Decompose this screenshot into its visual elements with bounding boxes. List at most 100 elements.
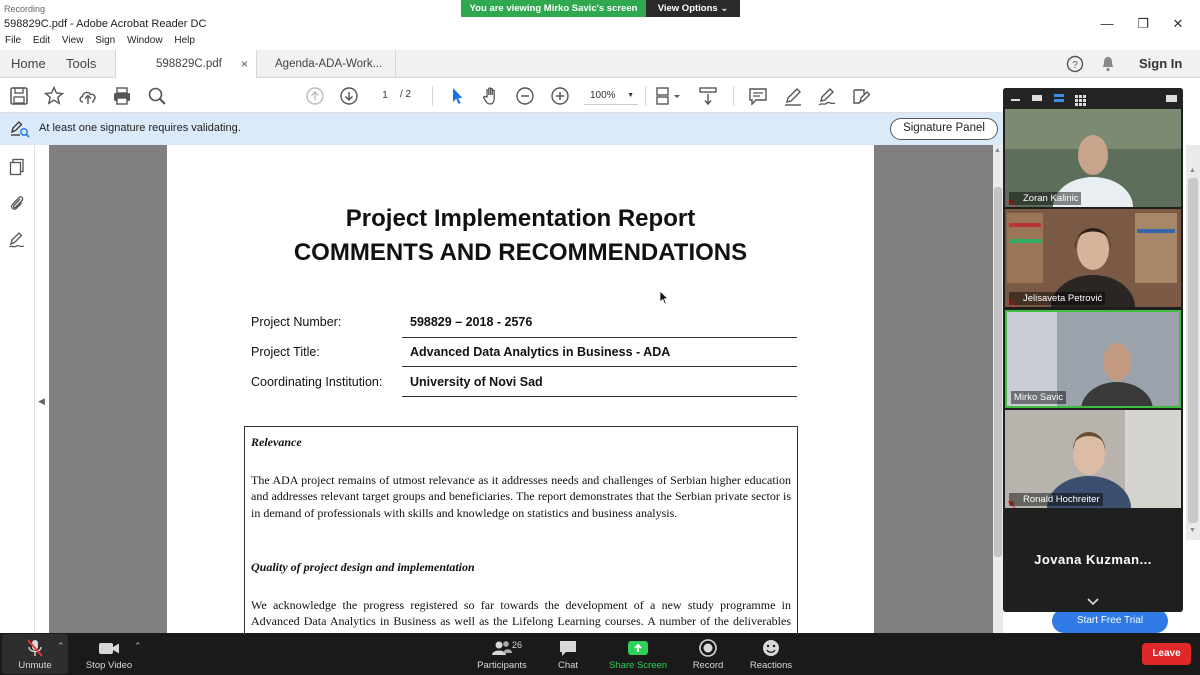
record-icon <box>699 639 717 657</box>
field-underline <box>402 396 797 397</box>
menu-file[interactable]: File <box>1 33 25 48</box>
print-icon[interactable] <box>111 85 133 107</box>
previous-page-icon[interactable] <box>304 85 326 107</box>
tab-document-active[interactable]: 598829C.pdf × <box>115 50 257 79</box>
signature-notification-bar: At least one signature requires validati… <box>0 113 1003 145</box>
tab-document-label: Agenda-ADA-Work... <box>275 58 383 70</box>
participants-label: Participants <box>477 660 527 671</box>
page-number-input[interactable]: 1 <box>372 86 398 106</box>
record-button[interactable]: Record <box>686 633 730 675</box>
view-options-button[interactable]: View Options ⌄ <box>646 0 740 17</box>
scrollbar-thumb[interactable] <box>1188 178 1198 523</box>
next-page-icon[interactable] <box>338 85 360 107</box>
highlight-pen-icon[interactable] <box>782 85 804 107</box>
window-title: 598829C.pdf - Adobe Acrobat Reader DC <box>4 18 207 30</box>
draw-sign-icon[interactable] <box>816 85 838 107</box>
screen-share-banner: You are viewing Mirko Savic's screen <box>461 0 646 17</box>
project-number-label: Project Number: <box>251 315 342 329</box>
restore-icon[interactable]: ❐ <box>1133 16 1153 32</box>
minimize-icon[interactable]: — <box>1097 16 1117 31</box>
tab-home[interactable]: Home <box>11 50 46 78</box>
tab-bar: Home Tools 598829C.pdf × Agenda-ADA-Work… <box>0 50 1200 79</box>
scroll-mode-icon[interactable] <box>697 85 719 107</box>
audio-only-participant-name[interactable]: Jovana Kuzman... <box>1003 552 1183 567</box>
save-icon[interactable] <box>8 85 30 107</box>
tab-tools[interactable]: Tools <box>66 50 96 78</box>
scroll-up-arrow-icon[interactable]: ▲ <box>1189 167 1196 174</box>
collapse-left-panel-icon[interactable]: ◀ <box>38 396 45 407</box>
attachments-paperclip-icon[interactable] <box>8 194 26 212</box>
notifications-bell-icon[interactable] <box>1099 55 1117 73</box>
muted-mic-icon <box>27 639 43 657</box>
help-icon[interactable]: ? <box>1066 55 1084 73</box>
fill-sign-icon[interactable] <box>850 85 872 107</box>
reactions-button[interactable]: Reactions <box>745 633 797 675</box>
menu-help[interactable]: Help <box>170 33 199 48</box>
scroll-up-arrow-icon[interactable]: ▲ <box>994 147 1001 154</box>
signature-panel-button[interactable]: Signature Panel <box>890 118 998 140</box>
viewport-left-margin <box>35 145 49 633</box>
chevron-down-icon: ⌄ <box>720 3 729 14</box>
select-cursor-icon[interactable] <box>446 85 468 107</box>
toolbar-divider <box>733 86 734 106</box>
zoom-level-select[interactable]: 100% ▼ <box>584 87 638 105</box>
find-search-icon[interactable] <box>146 85 168 107</box>
participant-video-tile-active-speaker[interactable]: Mirko Savic <box>1005 310 1181 408</box>
start-free-trial-button[interactable]: Start Free Trial <box>1052 609 1168 633</box>
stop-video-button[interactable]: Stop Video <box>78 633 140 675</box>
zoom-out-icon[interactable] <box>514 85 536 107</box>
participant-video-tile[interactable]: Ronald Hochreiter <box>1005 410 1181 508</box>
unmute-label: Unmute <box>18 660 52 671</box>
scroll-down-arrow-icon[interactable]: ▼ <box>1189 527 1196 534</box>
participant-name: Jelisaveta Petrović <box>1009 292 1106 305</box>
page-layout-icon[interactable] <box>654 85 684 107</box>
chat-label: Chat <box>557 660 579 671</box>
chevron-down-icon[interactable] <box>1087 594 1099 606</box>
unmute-button[interactable]: Unmute <box>2 633 68 675</box>
sign-in-button[interactable]: Sign In <box>1139 50 1182 78</box>
menu-edit[interactable]: Edit <box>29 33 54 48</box>
participants-button[interactable]: Participants <box>472 633 532 675</box>
close-window-icon[interactable]: ✕ <box>1168 16 1188 32</box>
comment-icon[interactable] <box>747 85 769 107</box>
signatures-panel-icon[interactable] <box>8 231 26 249</box>
reactions-label: Reactions <box>749 660 793 671</box>
section-text-quality: We acknowledge the progress registered s… <box>251 598 791 633</box>
coordinating-institution-value: University of Novi Sad <box>410 375 543 389</box>
zoom-participants-panel: Zoran Kalinic Jelisaveta Petrović Mirko … <box>1003 88 1183 612</box>
hand-tool-icon[interactable] <box>480 85 502 107</box>
page-thumbnails-icon[interactable] <box>8 158 26 176</box>
chat-button[interactable]: Chat <box>545 633 591 675</box>
star-bookmark-icon[interactable] <box>43 85 65 107</box>
video-camera-icon <box>99 643 119 654</box>
view-options-label: View Options <box>657 3 718 14</box>
field-underline <box>402 337 797 338</box>
chat-bubble-icon <box>560 641 576 656</box>
share-screen-icon <box>628 641 648 655</box>
hide-video-icon[interactable] <box>1032 95 1042 101</box>
participant-video-tile[interactable]: Zoran Kalinic <box>1005 109 1181 207</box>
share-screen-button[interactable]: Share Screen <box>606 633 670 675</box>
audio-options-caret-icon[interactable]: ⌃ <box>57 641 65 652</box>
speaker-view-icon[interactable] <box>1054 94 1064 97</box>
participant-video-tile[interactable]: Jelisaveta Petrović <box>1005 209 1181 307</box>
upload-cloud-icon[interactable] <box>77 85 99 107</box>
pdf-page: Project Implementation Report COMMENTS A… <box>167 145 874 633</box>
gallery-view-icon[interactable] <box>1075 93 1086 106</box>
tab-document-agenda[interactable]: Agenda-ADA-Work... <box>263 50 396 78</box>
menu-view[interactable]: View <box>58 33 88 48</box>
zoom-in-icon[interactable] <box>549 85 571 107</box>
smiley-reaction-icon <box>763 640 779 656</box>
close-tab-icon[interactable]: × <box>241 50 248 78</box>
signature-pen-icon <box>9 120 31 138</box>
scrollbar-thumb[interactable] <box>994 187 1002 557</box>
menu-window[interactable]: Window <box>123 33 167 48</box>
menu-sign[interactable]: Sign <box>91 33 119 48</box>
minimize-panel-icon[interactable] <box>1011 99 1020 101</box>
toolbar-divider <box>432 86 433 106</box>
video-options-caret-icon[interactable]: ⌃ <box>134 641 142 652</box>
exit-panel-icon[interactable] <box>1166 95 1177 102</box>
signature-status-message: At least one signature requires validati… <box>39 122 241 134</box>
leave-meeting-button[interactable]: Leave <box>1142 643 1191 665</box>
participant-name: Mirko Savic <box>1011 391 1067 404</box>
